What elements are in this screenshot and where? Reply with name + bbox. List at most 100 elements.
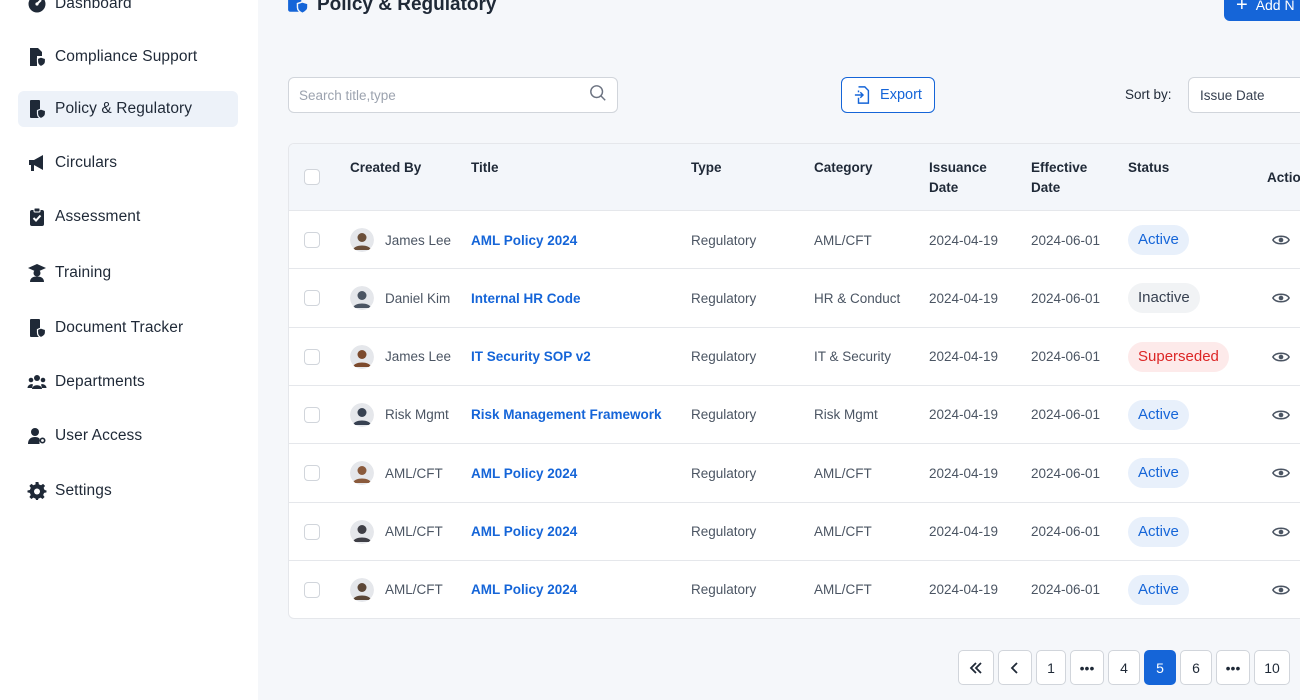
view-button[interactable] — [1272, 269, 1290, 327]
page-button-4[interactable]: 4 — [1108, 650, 1140, 685]
add-new-button[interactable]: + Add N — [1224, 0, 1300, 21]
view-button[interactable] — [1272, 211, 1290, 269]
row-checkbox[interactable] — [304, 290, 320, 307]
column-effective-line2: Date — [1031, 180, 1061, 195]
type-cell: Regulatory — [691, 582, 757, 598]
page-button-5[interactable]: 5 — [1144, 650, 1176, 685]
sidebar-item-document-tracker[interactable]: Document Tracker — [18, 310, 238, 346]
column-type[interactable]: Type — [691, 158, 722, 178]
effective-date-cell: 2024-06-01 — [1031, 465, 1101, 481]
sidebar-item-label: Departments — [55, 373, 145, 390]
column-status[interactable]: Status — [1128, 158, 1169, 178]
table-row: AML/CFT AML Policy 2024 Regulatory AML/CFT 2… — [289, 559, 1300, 618]
created-by: James Lee — [385, 349, 452, 365]
prev-page-button[interactable] — [998, 650, 1032, 685]
page-ellipsis[interactable]: ••• — [1216, 650, 1250, 685]
type-cell: Regulatory — [691, 349, 757, 365]
sidebar-item-assessment[interactable]: Assessment — [18, 199, 238, 235]
sidebar-item-label: Policy & Regulatory — [55, 100, 193, 117]
column-effective-line1: Effective — [1031, 160, 1088, 175]
select-all-checkbox[interactable] — [304, 169, 320, 185]
row-checkbox[interactable] — [304, 232, 320, 248]
column-effective-date[interactable]: Effective Date — [1031, 158, 1087, 198]
category-cell: Risk Mgmt — [814, 407, 878, 423]
search-icon[interactable] — [589, 84, 607, 107]
document-shield-icon — [287, 0, 309, 19]
sidebar-item-settings[interactable]: Settings — [18, 473, 238, 509]
sidebar-item-policy-regulatory[interactable]: Policy & Regulatory — [18, 91, 238, 127]
page-title: Policy & Regulatory — [317, 0, 497, 15]
type-cell: Regulatory — [691, 465, 757, 481]
row-checkbox-cell — [304, 561, 320, 618]
export-button[interactable]: Export — [841, 77, 935, 113]
row-checkbox[interactable] — [304, 348, 320, 365]
row-checkbox[interactable] — [304, 523, 320, 540]
status-badge: Active — [1128, 574, 1189, 605]
created-by-cell: James Lee — [350, 328, 451, 386]
row-checkbox-cell — [304, 386, 320, 444]
row-checkbox[interactable] — [304, 581, 320, 598]
dashboard-icon — [26, 0, 48, 15]
double-chevron-left-icon — [968, 660, 984, 676]
created-by: Daniel Kim — [385, 290, 451, 306]
view-button[interactable] — [1272, 328, 1290, 386]
status-cell: Superseded — [1128, 328, 1229, 386]
sidebar-item-user-access[interactable]: User Access — [18, 418, 238, 454]
sidebar-item-training[interactable]: Training — [18, 255, 238, 291]
view-button[interactable] — [1272, 503, 1290, 561]
sort-select[interactable]: Issue Date — [1188, 77, 1300, 113]
document-shield-icon — [26, 98, 48, 120]
document-title-link[interactable]: IT Security SOP v2 — [471, 328, 591, 386]
type-cell: Regulatory — [691, 407, 757, 423]
sidebar-item-compliance-support[interactable]: Compliance Support — [18, 39, 238, 75]
column-issuance-date[interactable]: Issuance Date — [929, 158, 987, 198]
effective-date-cell: 2024-06-01 — [1031, 349, 1101, 365]
avatar — [350, 402, 374, 427]
category-cell: AML/CFT — [814, 524, 872, 539]
row-checkbox[interactable] — [304, 465, 320, 482]
sidebar-item-dashboard[interactable]: Dashboard — [18, 0, 238, 22]
eye-icon — [1272, 289, 1290, 307]
avatar — [350, 519, 374, 544]
document-title-link[interactable]: AML Policy 2024 — [471, 561, 577, 618]
created-by-cell: Daniel Kim — [350, 269, 450, 327]
type-cell: Regulatory — [691, 232, 757, 248]
column-created-by[interactable]: Created By — [350, 158, 421, 178]
row-checkbox[interactable] — [304, 406, 320, 423]
page-button-6[interactable]: 6 — [1180, 650, 1212, 685]
sidebar-item-circulars[interactable]: Circulars — [18, 145, 238, 181]
view-button[interactable] — [1272, 386, 1290, 444]
column-category[interactable]: Category — [814, 158, 873, 178]
sidebar-item-departments[interactable]: Departments — [18, 364, 238, 400]
page-button-1[interactable]: 1 — [1036, 650, 1066, 685]
column-title[interactable]: Title — [471, 158, 499, 178]
view-button[interactable] — [1272, 444, 1290, 502]
issuance-date-cell: 2024-04-19 — [929, 582, 999, 598]
table-row: James Lee AML Policy 2024 Regulatory AML/CF… — [289, 210, 1300, 268]
document-shield-icon — [26, 317, 48, 339]
policy-table: Created By Title Type Category Issuance … — [288, 143, 1300, 619]
search-input[interactable] — [299, 87, 589, 103]
row-checkbox-cell — [304, 503, 320, 561]
created-by: Risk Mgmt — [385, 407, 449, 423]
column-issuance-line2: Date — [929, 180, 959, 195]
first-page-button[interactable] — [958, 650, 994, 685]
document-title-link[interactable]: AML Policy 2024 — [471, 444, 577, 502]
avatar — [350, 577, 374, 602]
page-button-10[interactable]: 10 — [1254, 650, 1290, 685]
add-new-label: Add N — [1255, 0, 1295, 13]
effective-date-cell: 2024-06-01 — [1031, 524, 1101, 539]
document-title-link[interactable]: AML Policy 2024 — [471, 503, 577, 561]
users-icon — [26, 371, 48, 393]
page-ellipsis[interactable]: ••• — [1070, 650, 1104, 685]
document-title-link[interactable]: Risk Management Framework — [471, 386, 662, 444]
status-cell: Active — [1128, 561, 1189, 618]
view-button[interactable] — [1272, 561, 1290, 618]
document-title-link[interactable]: Internal HR Code — [471, 269, 581, 327]
eye-icon — [1272, 581, 1290, 599]
table-row: AML/CFT AML Policy 2024 Regulatory AML/CFT 2… — [289, 443, 1300, 501]
export-label: Export — [880, 87, 922, 103]
document-title-link[interactable]: AML Policy 2024 — [471, 211, 577, 269]
table-row: Risk Mgmt Risk Management Framework Regula… — [289, 384, 1300, 444]
issuance-date-cell: 2024-04-19 — [929, 465, 999, 481]
